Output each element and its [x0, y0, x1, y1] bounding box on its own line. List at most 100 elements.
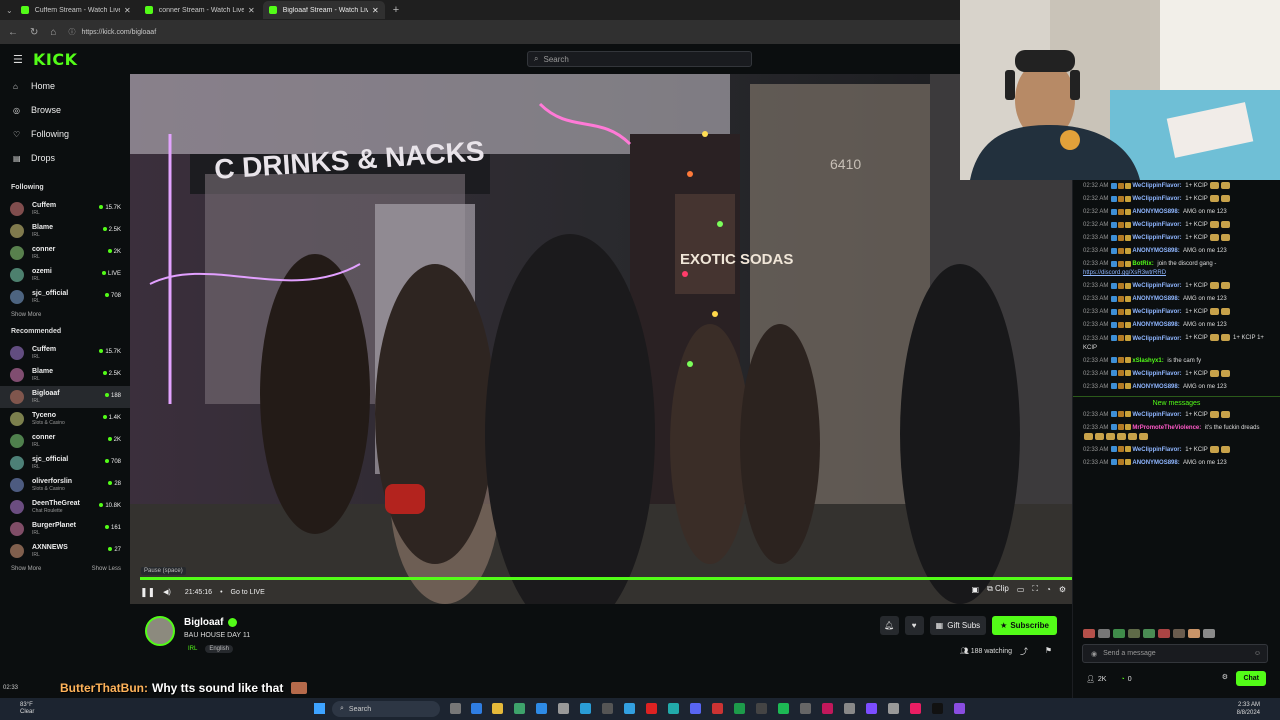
emote-icon[interactable]: [1113, 628, 1125, 638]
system-clock[interactable]: 2:33 AM 8/8/2024: [1237, 701, 1260, 717]
theater-icon[interactable]: ▭: [1017, 585, 1025, 594]
chat-username[interactable]: WeClippinFlavor:: [1132, 196, 1181, 202]
chat-username[interactable]: ANONYMOS898:: [1132, 296, 1179, 302]
emote-icon[interactable]: [1188, 628, 1200, 638]
follow-heart-icon[interactable]: ♥: [904, 616, 924, 635]
sidebar-item-drops[interactable]: ▤ Drops: [0, 146, 130, 170]
language-tag[interactable]: English: [205, 645, 234, 653]
app-icon[interactable]: [844, 703, 855, 714]
pause-icon[interactable]: ❚❚: [140, 587, 155, 598]
edge-icon[interactable]: [471, 703, 482, 714]
chat-username[interactable]: BotRix:: [1132, 261, 1153, 267]
chat-message[interactable]: 02:33 AM ANONYMOS898: AMG on me 123: [1073, 245, 1280, 258]
chat-send-button[interactable]: Chat: [1236, 671, 1266, 686]
sidebar-channel-ozemi[interactable]: ozemi IRL LIVE: [0, 264, 130, 286]
pip-icon[interactable]: ▣: [972, 585, 980, 594]
settings-gear-icon[interactable]: ⚙: [1059, 585, 1066, 594]
youtube-icon[interactable]: [646, 703, 657, 714]
xbox-icon[interactable]: [734, 703, 745, 714]
file-explorer-icon[interactable]: [492, 703, 503, 714]
app-icon[interactable]: [514, 703, 525, 714]
chat-message[interactable]: 02:33 AM ANONYMOS898: AMG on me 123: [1073, 293, 1280, 306]
sidebar-channel-oliverforslin[interactable]: oliverforslin Slots & Casino 28: [0, 474, 130, 496]
emote-icon[interactable]: [1083, 628, 1095, 638]
sidebar-channel-sjc_official[interactable]: sjc_official IRL 708: [0, 452, 130, 474]
chat-settings-icon[interactable]: ◉: [1091, 650, 1097, 658]
chat-message[interactable]: 02:33 AM WeClippinFlavor: 1+ KCIP: [1073, 409, 1280, 422]
close-icon[interactable]: ✕: [124, 6, 131, 15]
new-messages-divider[interactable]: New messages: [1073, 395, 1280, 407]
emoji-icon[interactable]: ☺: [1254, 650, 1261, 657]
chat-username[interactable]: WeClippinFlavor:: [1132, 336, 1181, 342]
chat-message[interactable]: 02:32 AM ANONYMOS898: AMG on me 123: [1073, 206, 1280, 219]
browser-tab-bigloaaf[interactable]: Bigloaaf Stream - Watch Live ... ✕: [262, 1, 385, 19]
chat-username[interactable]: xSlashyx1:: [1132, 358, 1163, 364]
chrome-icon[interactable]: [536, 703, 547, 714]
app-icon[interactable]: [822, 703, 833, 714]
emote-icon[interactable]: [1203, 628, 1215, 638]
sidebar-channel-sjc_official[interactable]: sjc_official IRL 708: [0, 286, 130, 308]
home-browser-icon[interactable]: ⌂: [50, 27, 56, 38]
chat-username[interactable]: WeClippinFlavor:: [1132, 447, 1181, 453]
chat-username[interactable]: WeClippinFlavor:: [1132, 235, 1181, 241]
site-info-icon[interactable]: ⓘ: [68, 27, 75, 37]
chat-message[interactable]: 02:33 AM ANONYMOS898: AMG on me 123: [1073, 319, 1280, 332]
app-icon[interactable]: [602, 703, 613, 714]
show-more-link[interactable]: Show More: [11, 566, 41, 572]
app-icon[interactable]: [800, 703, 811, 714]
sidebar-channel-burgerplanet[interactable]: BurgerPlanet IRL 161: [0, 518, 130, 540]
chat-input[interactable]: ◉ Send a message ☺: [1082, 644, 1268, 663]
chat-message[interactable]: 02:33 AM xSlashyx1: is the cam fy: [1073, 355, 1280, 368]
taskbar-search[interactable]: ⌕ Search: [332, 701, 440, 717]
sidebar-item-following[interactable]: ♡ Following: [0, 122, 130, 146]
sidebar-channel-bigloaaf[interactable]: Bigloaaf IRL 188: [0, 386, 130, 408]
emote-icon[interactable]: [1158, 628, 1170, 638]
sidebar-channel-tyceno[interactable]: Tyceno Slots & Casino 1.4K: [0, 408, 130, 430]
app-icon[interactable]: [910, 703, 921, 714]
chat-message[interactable]: 02:33 AM BotRix: join the discord gang - …: [1073, 258, 1280, 280]
weather-widget[interactable]: 83°F Clear: [20, 702, 34, 716]
show-more-link[interactable]: Show More: [11, 312, 41, 318]
discord-icon[interactable]: [690, 703, 701, 714]
chat-username[interactable]: ANONYMOS898:: [1132, 384, 1179, 390]
chat-message[interactable]: 02:32 AM WeClippinFlavor: 1+ KCIP: [1073, 219, 1280, 232]
volume-icon[interactable]: ◀): [163, 588, 171, 596]
emote-icon[interactable]: [1098, 628, 1110, 638]
windows-start-icon[interactable]: [314, 703, 325, 714]
clip-button[interactable]: ⧉ Clip: [987, 584, 1009, 594]
close-icon[interactable]: ✕: [248, 6, 255, 15]
emote-icon[interactable]: [1173, 628, 1185, 638]
show-less-link[interactable]: Show Less: [92, 566, 121, 572]
sidebar-channel-conner[interactable]: conner IRL 2K: [0, 242, 130, 264]
chat-message[interactable]: 02:33 AM MrPromoteTheViolence: it's the f…: [1073, 422, 1280, 444]
task-view-icon[interactable]: [450, 703, 461, 714]
tab-menu-icon[interactable]: ⌄: [6, 6, 13, 15]
app-icon[interactable]: [558, 703, 569, 714]
back-icon[interactable]: ←: [8, 27, 18, 38]
sidebar-channel-conner[interactable]: conner IRL 2K: [0, 430, 130, 452]
share-icon[interactable]: ⤴: [1020, 646, 1028, 657]
sidebar-channel-cuffem[interactable]: Cuffem IRL 15.7K: [0, 198, 130, 220]
app-icon[interactable]: [580, 703, 591, 714]
app-icon[interactable]: [932, 703, 943, 714]
chat-username[interactable]: ANONYMOS898:: [1132, 460, 1179, 466]
chat-message[interactable]: 02:32 AM WeClippinFlavor: 1+ KCIP: [1073, 193, 1280, 206]
browser-tab-conner[interactable]: conner Stream - Watch Live on Ki... ✕: [139, 1, 261, 19]
chat-username[interactable]: WeClippinFlavor:: [1132, 371, 1181, 377]
video-player[interactable]: C DRINKS & NACKS EXOTIC SODAS 6410: [130, 74, 1072, 604]
new-tab-icon[interactable]: +: [393, 4, 399, 16]
chat-username[interactable]: WeClippinFlavor:: [1132, 283, 1181, 289]
hamburger-menu-icon[interactable]: ☰: [13, 53, 23, 66]
kick-logo[interactable]: KICK: [33, 50, 78, 69]
progress-bar[interactable]: [140, 577, 1072, 580]
chat-username[interactable]: ANONYMOS898:: [1132, 248, 1179, 254]
chat-message[interactable]: 02:33 AM ANONYMOS898: AMG on me 123: [1073, 381, 1280, 394]
app-icon[interactable]: [888, 703, 899, 714]
chat-message[interactable]: 02:33 AM WeClippinFlavor: 1+ KCIP: [1073, 444, 1280, 457]
app-icon[interactable]: [668, 703, 679, 714]
browser-tab-cuffem[interactable]: Cuffem Stream - Watch Live o... ✕: [15, 1, 137, 19]
report-flag-icon[interactable]: ⚑: [1045, 646, 1052, 655]
sidebar-channel-cuffem[interactable]: Cuffem IRL 15.7K: [0, 342, 130, 364]
url-field[interactable]: https://kick.com/bigloaaf: [81, 29, 156, 36]
sidebar-channel-blame[interactable]: Blame IRL 2.5K: [0, 364, 130, 386]
